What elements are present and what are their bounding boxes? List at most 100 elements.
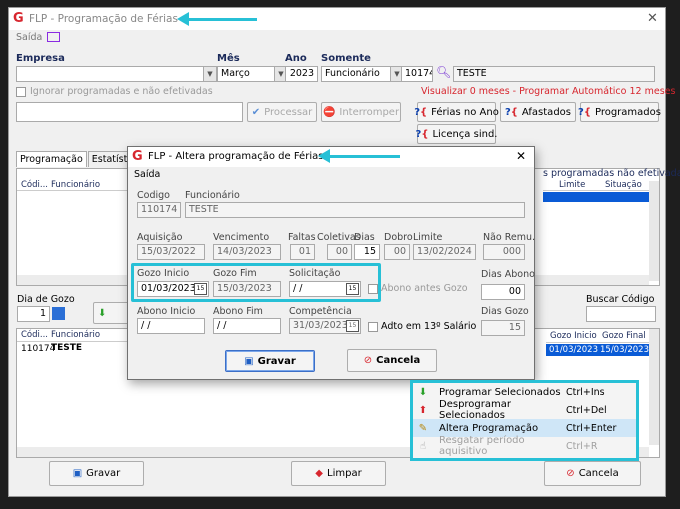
col-header[interactable]: Códi... xyxy=(21,330,48,340)
licenca-label: Licença sind. xyxy=(432,128,498,140)
limite-input[interactable]: 13/02/2024 xyxy=(413,244,476,260)
faltas-input[interactable]: 01 xyxy=(290,244,315,260)
menu-item-resgatar[interactable]: ☝ Resgatar período aquisitivo Ctrl+R xyxy=(413,435,636,457)
abono-inicio-label: Abono Inicio xyxy=(137,306,196,317)
funcionario-input[interactable]: TESTE xyxy=(185,202,525,218)
mes-select[interactable]: Março ▼ xyxy=(217,66,288,82)
func-code-input[interactable]: 10174 xyxy=(401,66,433,82)
competencia-input[interactable]: 31/03/2023 15 xyxy=(289,318,361,334)
faltas-label: Faltas xyxy=(288,232,316,243)
codigo-input[interactable]: 110174 xyxy=(137,202,181,218)
gozo-fim-label: Gozo Fim xyxy=(213,268,257,279)
adto-checkbox[interactable] xyxy=(368,322,378,332)
calendar-icon[interactable]: 15 xyxy=(194,283,207,295)
abono-fim-input[interactable]: / / xyxy=(213,318,281,334)
upper-selected-row[interactable] xyxy=(543,192,649,202)
solicitacao-value: / / xyxy=(293,283,303,294)
cancela-button[interactable]: ⊘ Cancela xyxy=(544,461,641,486)
coletivas-input[interactable]: 00 xyxy=(327,244,352,260)
menu-item-label: Programar Selecionados xyxy=(439,386,561,398)
somente-value: Funcionário xyxy=(325,68,380,79)
nao-remu-input[interactable]: 000 xyxy=(483,244,525,260)
menu-saida[interactable]: Saída xyxy=(16,32,42,43)
processar-label: Processar xyxy=(264,106,313,118)
col-header[interactable]: Funcionário xyxy=(51,180,100,190)
limite-label: Limite xyxy=(413,232,443,243)
col-header[interactable]: Funcionário xyxy=(51,330,100,340)
col-header[interactable]: Limite xyxy=(559,180,585,190)
col-header[interactable]: Gozo Inicio xyxy=(550,331,597,341)
col-header[interactable]: Gozo Final xyxy=(602,331,646,341)
dialog-title: FLP - Altera programação de Férias xyxy=(148,151,324,162)
vencimento-input[interactable]: 14/03/2023 xyxy=(213,244,281,260)
status-field xyxy=(16,102,243,122)
mes-value: Março xyxy=(221,68,250,79)
somente-select[interactable]: Funcionário ▼ xyxy=(321,66,404,82)
save-icon: ▣ xyxy=(244,355,254,367)
calendar-icon[interactable]: 15 xyxy=(346,320,359,332)
col-header[interactable]: Situação xyxy=(605,180,642,190)
dias-abono-input[interactable]: 00 xyxy=(481,284,525,300)
col-header[interactable]: Códi... xyxy=(21,180,48,190)
dia-de-gozo-input[interactable]: 1 xyxy=(17,306,50,322)
dias-gozo-label: Dias Gozo xyxy=(481,306,529,317)
buscar-codigo-input[interactable] xyxy=(586,306,656,322)
menu-item-desprogramar[interactable]: ⬆ Desprogramar Selecionados Ctrl+Del xyxy=(413,399,636,421)
dobro-label: Dobro xyxy=(384,232,413,243)
gozo-inicio-input[interactable]: 01/03/2023 15 xyxy=(137,281,209,297)
edit-icon: ✎ xyxy=(418,422,428,434)
close-icon[interactable]: ✕ xyxy=(516,149,526,163)
afastados-button[interactable]: ?{Afastados xyxy=(500,102,576,122)
dobro-input[interactable]: 00 xyxy=(384,244,410,260)
solicitacao-label: Solicitação xyxy=(289,268,341,279)
dialog-cancela-button[interactable]: ⊘ Cancela xyxy=(347,349,437,372)
close-icon[interactable]: ✕ xyxy=(647,11,658,26)
upper-right-header: Limite Situação xyxy=(543,179,659,191)
menu-item-shortcut: Ctrl+Enter xyxy=(566,422,617,434)
monitor-icon[interactable] xyxy=(47,32,60,42)
dias-gozo-input[interactable]: 15 xyxy=(481,320,525,336)
help-query-icon: ?{ xyxy=(414,106,428,118)
flp-logo-icon: G xyxy=(13,11,24,26)
programados-button[interactable]: ?{Programados xyxy=(578,102,661,122)
lower-selected-row[interactable]: 01/03/2023 15/03/2023 xyxy=(546,344,650,356)
dialog-menu-saida[interactable]: Saída xyxy=(134,169,160,180)
aquisicao-label: Aquisição xyxy=(137,232,183,243)
licenca-button[interactable]: ?{Licença sind. xyxy=(415,124,498,144)
dialog-gravar-button[interactable]: ▣ Gravar xyxy=(225,350,315,372)
limpar-button[interactable]: ◆ Limpar xyxy=(291,461,386,486)
func-name-input[interactable]: TESTE xyxy=(453,66,655,82)
vertical-scrollbar[interactable] xyxy=(649,329,659,445)
somente-label: Somente xyxy=(321,53,371,64)
gravar-button[interactable]: ▣ Gravar xyxy=(49,461,144,486)
help-query-icon: ?{ xyxy=(415,128,429,140)
lower-right-header: Gozo Inicio Gozo Final xyxy=(546,331,650,343)
empresa-label: Empresa xyxy=(16,53,65,64)
ignorar-checkbox[interactable] xyxy=(16,87,26,97)
tab-bar: Programação Estatística xyxy=(16,151,145,167)
processar-button[interactable]: ✔ Processar xyxy=(247,102,317,122)
tab-programacao[interactable]: Programação xyxy=(16,151,87,167)
table-row[interactable]: 110174 TESTE xyxy=(17,343,136,355)
arrow-down-icon: ⬇ xyxy=(98,307,107,319)
interromper-button[interactable]: ⛔ Interromper xyxy=(321,102,401,122)
afastados-label: Afastados xyxy=(521,106,571,118)
calendar-icon[interactable]: 15 xyxy=(346,283,359,295)
calendar-icon[interactable] xyxy=(52,307,65,320)
abono-inicio-input[interactable]: / / xyxy=(137,318,205,334)
chevron-down-icon[interactable]: ▼ xyxy=(203,67,216,81)
search-icon[interactable]: 🔍︎ xyxy=(436,65,451,79)
gozo-inicio-label: Gozo Inicio xyxy=(137,268,190,279)
vertical-scrollbar[interactable] xyxy=(649,181,659,281)
menu-item-label: Desprogramar Selecionados xyxy=(439,399,511,421)
ferias-no-ano-button[interactable]: ?{Férias no Ano xyxy=(414,102,499,122)
gozo-fim-input[interactable]: 15/03/2023 xyxy=(213,281,281,297)
empresa-select[interactable]: ▼ xyxy=(16,66,217,82)
adto-label: Adto em 13º Salário xyxy=(381,321,477,332)
aquisicao-input[interactable]: 15/03/2022 xyxy=(137,244,205,260)
ano-input[interactable]: 2023 xyxy=(285,66,318,82)
abono-antes-checkbox[interactable] xyxy=(368,284,378,294)
solicitacao-input[interactable]: / / 15 xyxy=(289,281,361,297)
dia-de-gozo-label: Dia de Gozo xyxy=(17,294,75,305)
dias-input[interactable]: 15 xyxy=(354,244,380,260)
